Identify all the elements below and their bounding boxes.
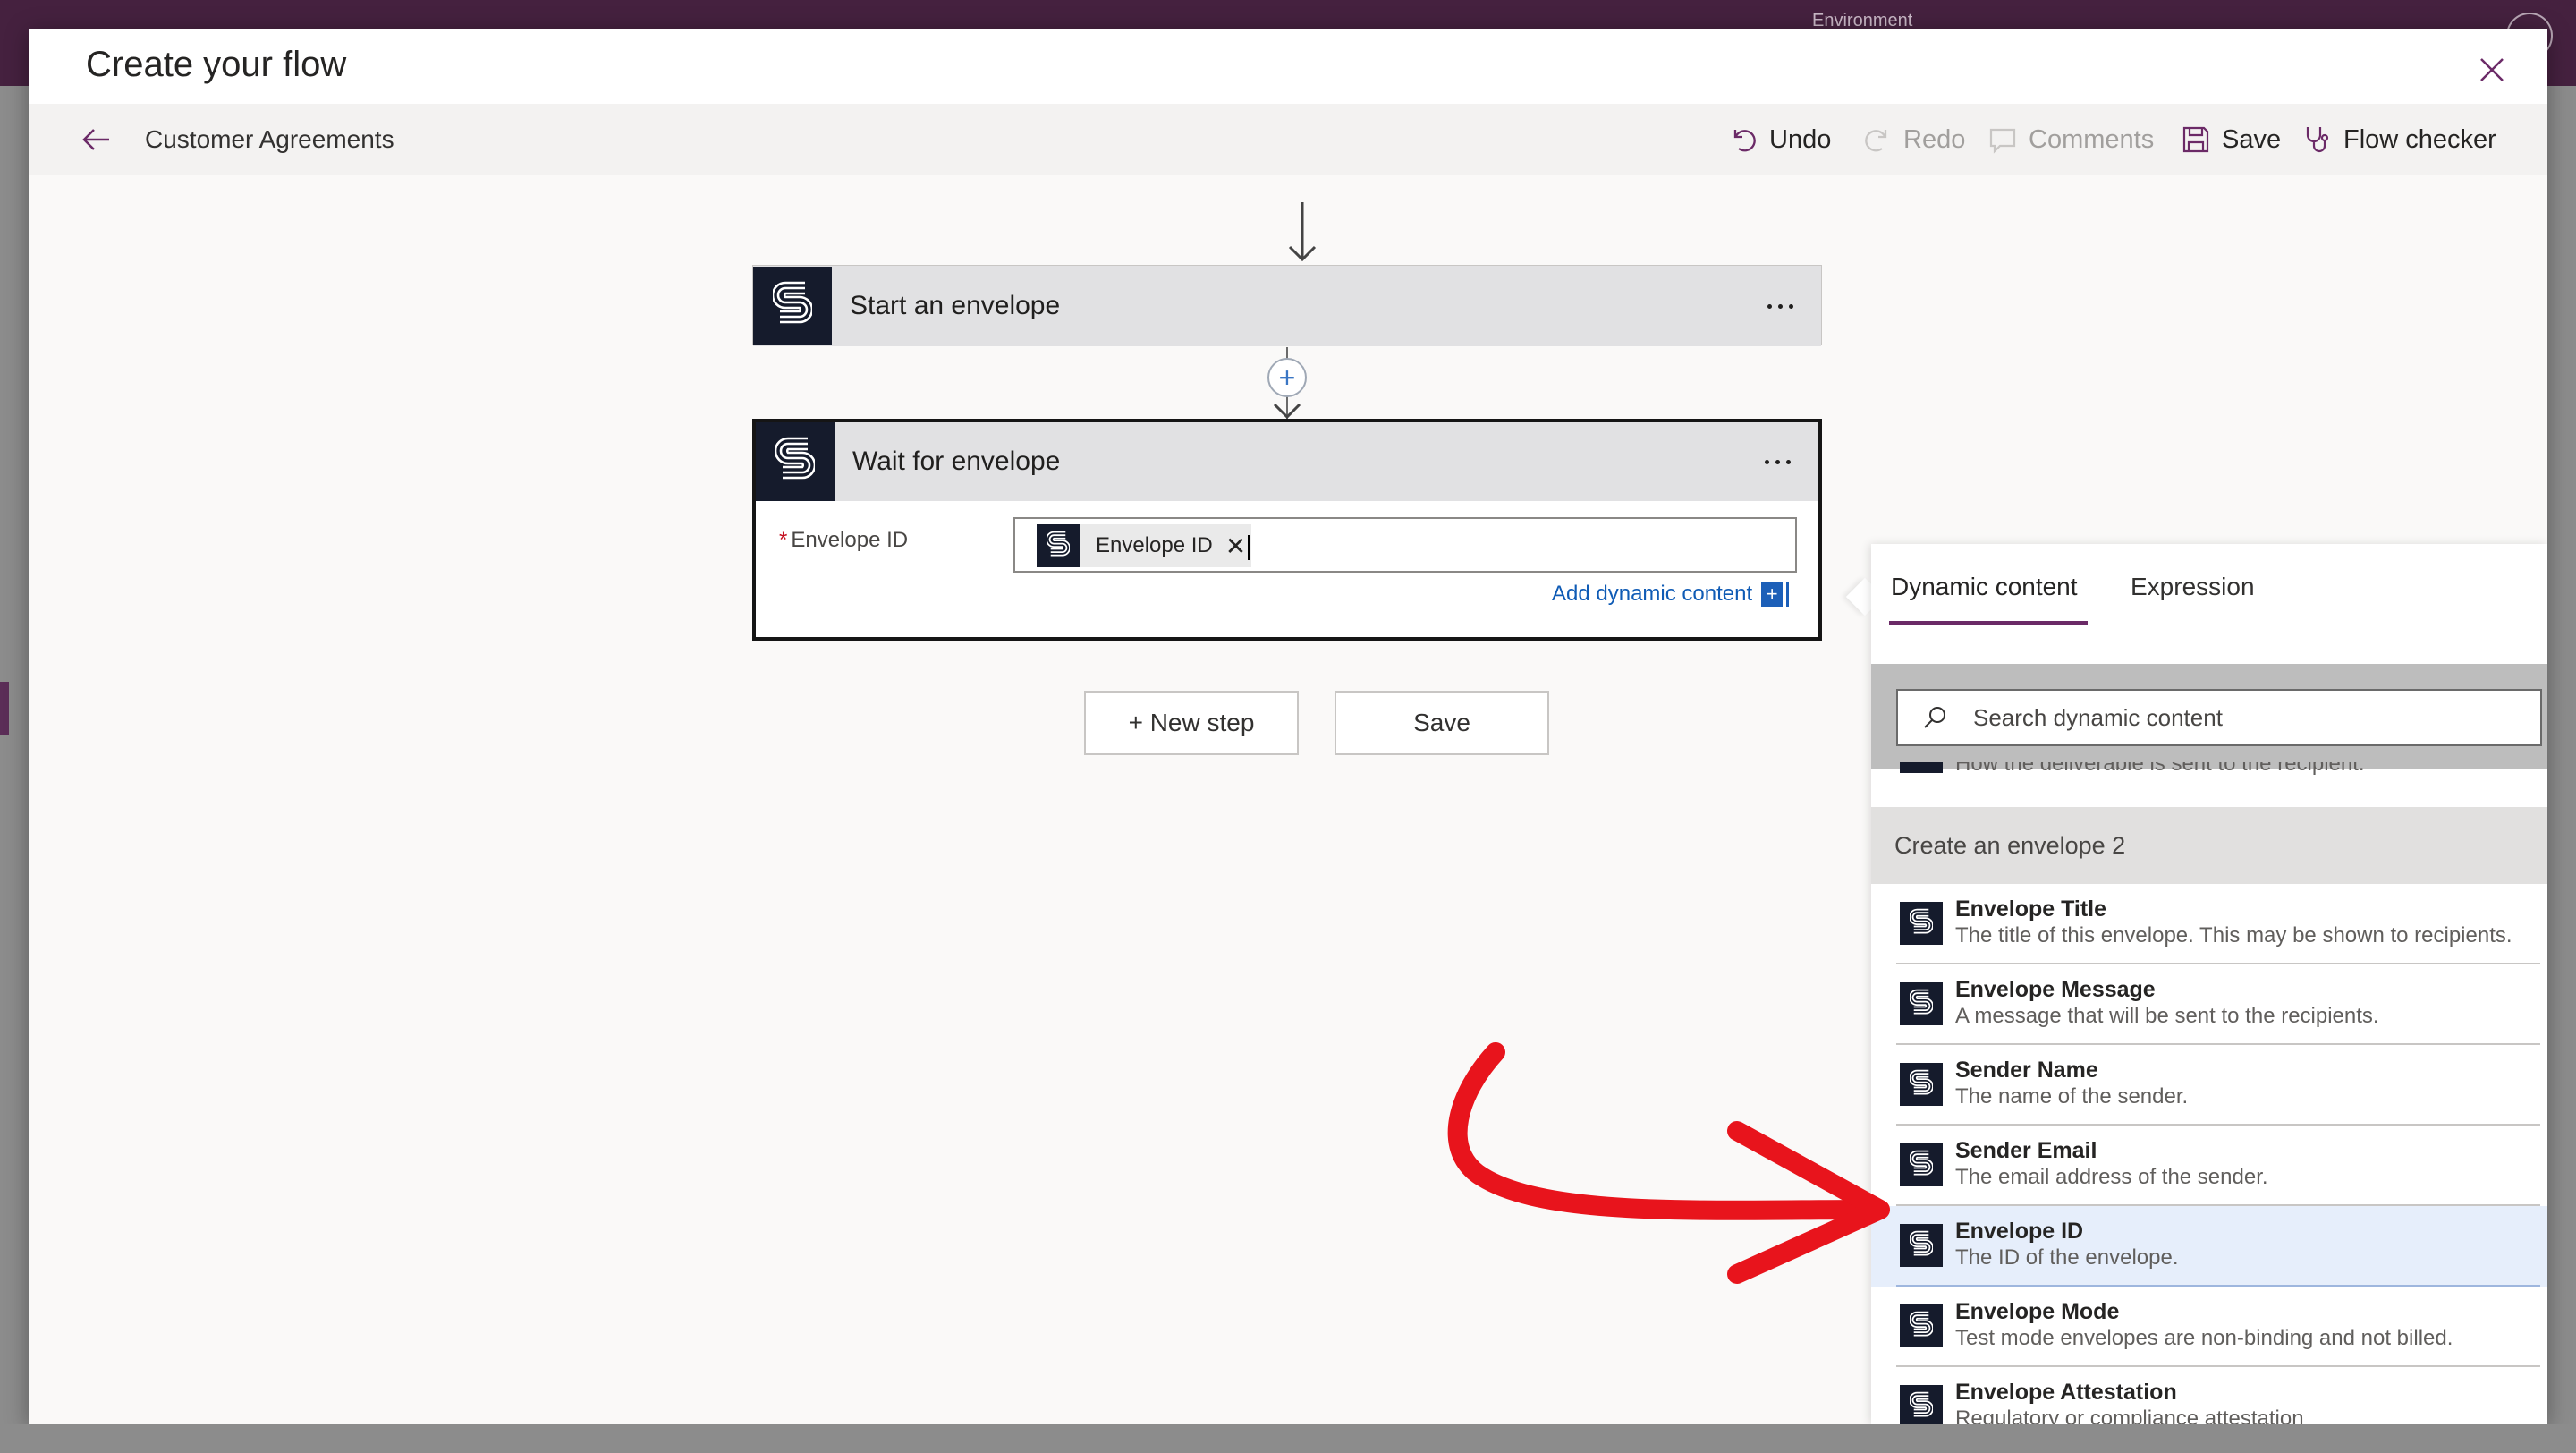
flow-name: Customer Agreements [145, 125, 394, 153]
list-item-description: The title of this envelope. This may be … [1955, 923, 2512, 947]
list-item-title: Envelope Message [1955, 977, 2156, 1002]
search-icon [1924, 707, 1945, 728]
plus-icon: + [1278, 361, 1296, 394]
list-item-title: Envelope Attestation [1955, 1380, 2177, 1405]
stethoscope-icon [2306, 127, 2329, 153]
back-arrow-icon[interactable] [80, 123, 113, 156]
undo-button[interactable]: Undo [1728, 120, 1831, 159]
list-item[interactable]: Sender Name The name of the sender. [1871, 1045, 2547, 1126]
add-dynamic-content-link[interactable]: Add dynamic content + [1552, 582, 1787, 607]
list-item-description: The ID of the envelope. [1955, 1245, 2179, 1270]
list-item-title: Envelope ID [1955, 1219, 2084, 1244]
tab-dynamic-content[interactable]: Dynamic content [1891, 573, 2078, 601]
search-placeholder: Search dynamic content [1973, 703, 2223, 731]
list-item-description: A message that will be sent to the recip… [1955, 1004, 2379, 1028]
flow-checker-label: Flow checker [2343, 124, 2496, 154]
list-item-partial[interactable]: How the deliverable is sent to the recip… [1871, 762, 2547, 793]
dynamic-token[interactable]: Envelope ID ✕ [1037, 524, 1252, 567]
step-start-envelope[interactable]: Start an envelope [752, 265, 1822, 346]
group-header[interactable]: Create an envelope 2 [1871, 807, 2547, 884]
connector-logo-icon [1900, 1385, 1943, 1424]
redo-button[interactable]: Redo [1862, 120, 1965, 159]
connector-logo-icon [753, 267, 832, 345]
connector-logo-icon [1900, 902, 1943, 945]
undo-icon [1733, 130, 1756, 152]
text-caret [1248, 535, 1250, 560]
new-step-button[interactable]: + New step [1084, 691, 1299, 755]
list-item[interactable]: Envelope Message A message that will be s… [1871, 964, 2547, 1045]
save-icon [2182, 126, 2209, 153]
list-item-description: The email address of the sender. [1955, 1165, 2268, 1189]
create-flow-dialog: Create your flow Customer Agreements Und… [29, 29, 2547, 1424]
list-item[interactable]: Envelope ID The ID of the envelope. [1871, 1206, 2547, 1287]
list-item[interactable]: Envelope Title The title of this envelope… [1871, 884, 2547, 964]
dialog-title: Create your flow [86, 45, 347, 84]
list-item-title: Envelope Mode [1955, 1299, 2120, 1324]
list-item[interactable]: Sender Email The email address of the sen… [1871, 1126, 2547, 1206]
connector-logo-icon [1037, 524, 1080, 567]
save-button[interactable]: Save [1335, 691, 1549, 755]
list-item[interactable]: Envelope Mode Test mode envelopes are non… [1871, 1287, 2547, 1367]
save-toolbar-label: Save [2222, 124, 2282, 154]
close-icon[interactable] [2478, 55, 2506, 84]
list-item-title: Sender Email [1955, 1138, 2097, 1163]
connector-logo-icon [1900, 762, 1943, 773]
add-dynamic-plus-icon: + [1761, 582, 1787, 607]
list-item-title: Envelope Title [1955, 896, 2107, 922]
redo-label: Redo [1903, 124, 1966, 154]
comment-icon [1989, 128, 2016, 154]
comments-label: Comments [2029, 124, 2155, 154]
connector-arrow-icon [1288, 202, 1317, 262]
envelope-id-input[interactable]: Envelope ID ✕ [1013, 517, 1797, 573]
app-background-bottom [0, 1424, 2576, 1453]
redo-icon [1865, 130, 1887, 152]
step-title: Start an envelope [850, 291, 1061, 320]
flow-checker-button[interactable]: Flow checker [2302, 120, 2496, 159]
annotation-arrow [1447, 1042, 1890, 1284]
left-rail-tab[interactable] [0, 682, 9, 735]
token-label: Envelope ID [1096, 533, 1213, 557]
connector-logo-icon [1900, 982, 1943, 1025]
list-item-description: The name of the sender. [1955, 1084, 2189, 1109]
add-dynamic-content-label: Add dynamic content [1552, 582, 1753, 606]
tab-expression[interactable]: Expression [2131, 573, 2255, 601]
list-item-title: Sender Name [1955, 1058, 2098, 1083]
search-area: Search dynamic content [1871, 664, 2547, 769]
connector-logo-icon [1900, 1304, 1943, 1347]
connector-logo-icon [756, 422, 835, 501]
envelope-id-label: * Envelope ID [779, 528, 909, 552]
step-header[interactable]: Start an envelope [753, 266, 1821, 346]
insert-step-button[interactable]: + [1267, 358, 1307, 397]
list-item[interactable]: Envelope Attestation Regulatory or compli… [1871, 1367, 2547, 1424]
dialog-header: Create your flow [29, 29, 2547, 104]
undo-label: Undo [1769, 124, 1832, 154]
step-wait-for-envelope[interactable]: Wait for envelope * Envelope ID Envelope … [752, 419, 1822, 641]
dynamic-content-panel: Dynamic content Expression Search dynami… [1871, 544, 2547, 1424]
list-item-description: Test mode envelopes are non-binding and … [1955, 1326, 2453, 1350]
comments-button[interactable]: Comments [1987, 120, 2154, 159]
save-toolbar-button[interactable]: Save [2181, 120, 2281, 159]
more-options-icon[interactable] [1753, 288, 1807, 324]
step-title: Wait for envelope [852, 446, 1061, 476]
list-item-description: Regulatory or compliance attestation [1955, 1406, 2304, 1424]
active-tab-indicator [1889, 621, 2088, 625]
search-input[interactable]: Search dynamic content [1896, 689, 2542, 746]
remove-token-icon[interactable]: ✕ [1225, 531, 1246, 561]
list-item-description: How the deliverable is sent to the recip… [1955, 762, 2365, 776]
step-header[interactable]: Wait for envelope [756, 422, 1818, 501]
more-options-icon[interactable] [1750, 444, 1804, 480]
command-bar: Customer Agreements Undo Redo Comments S… [29, 104, 2547, 175]
